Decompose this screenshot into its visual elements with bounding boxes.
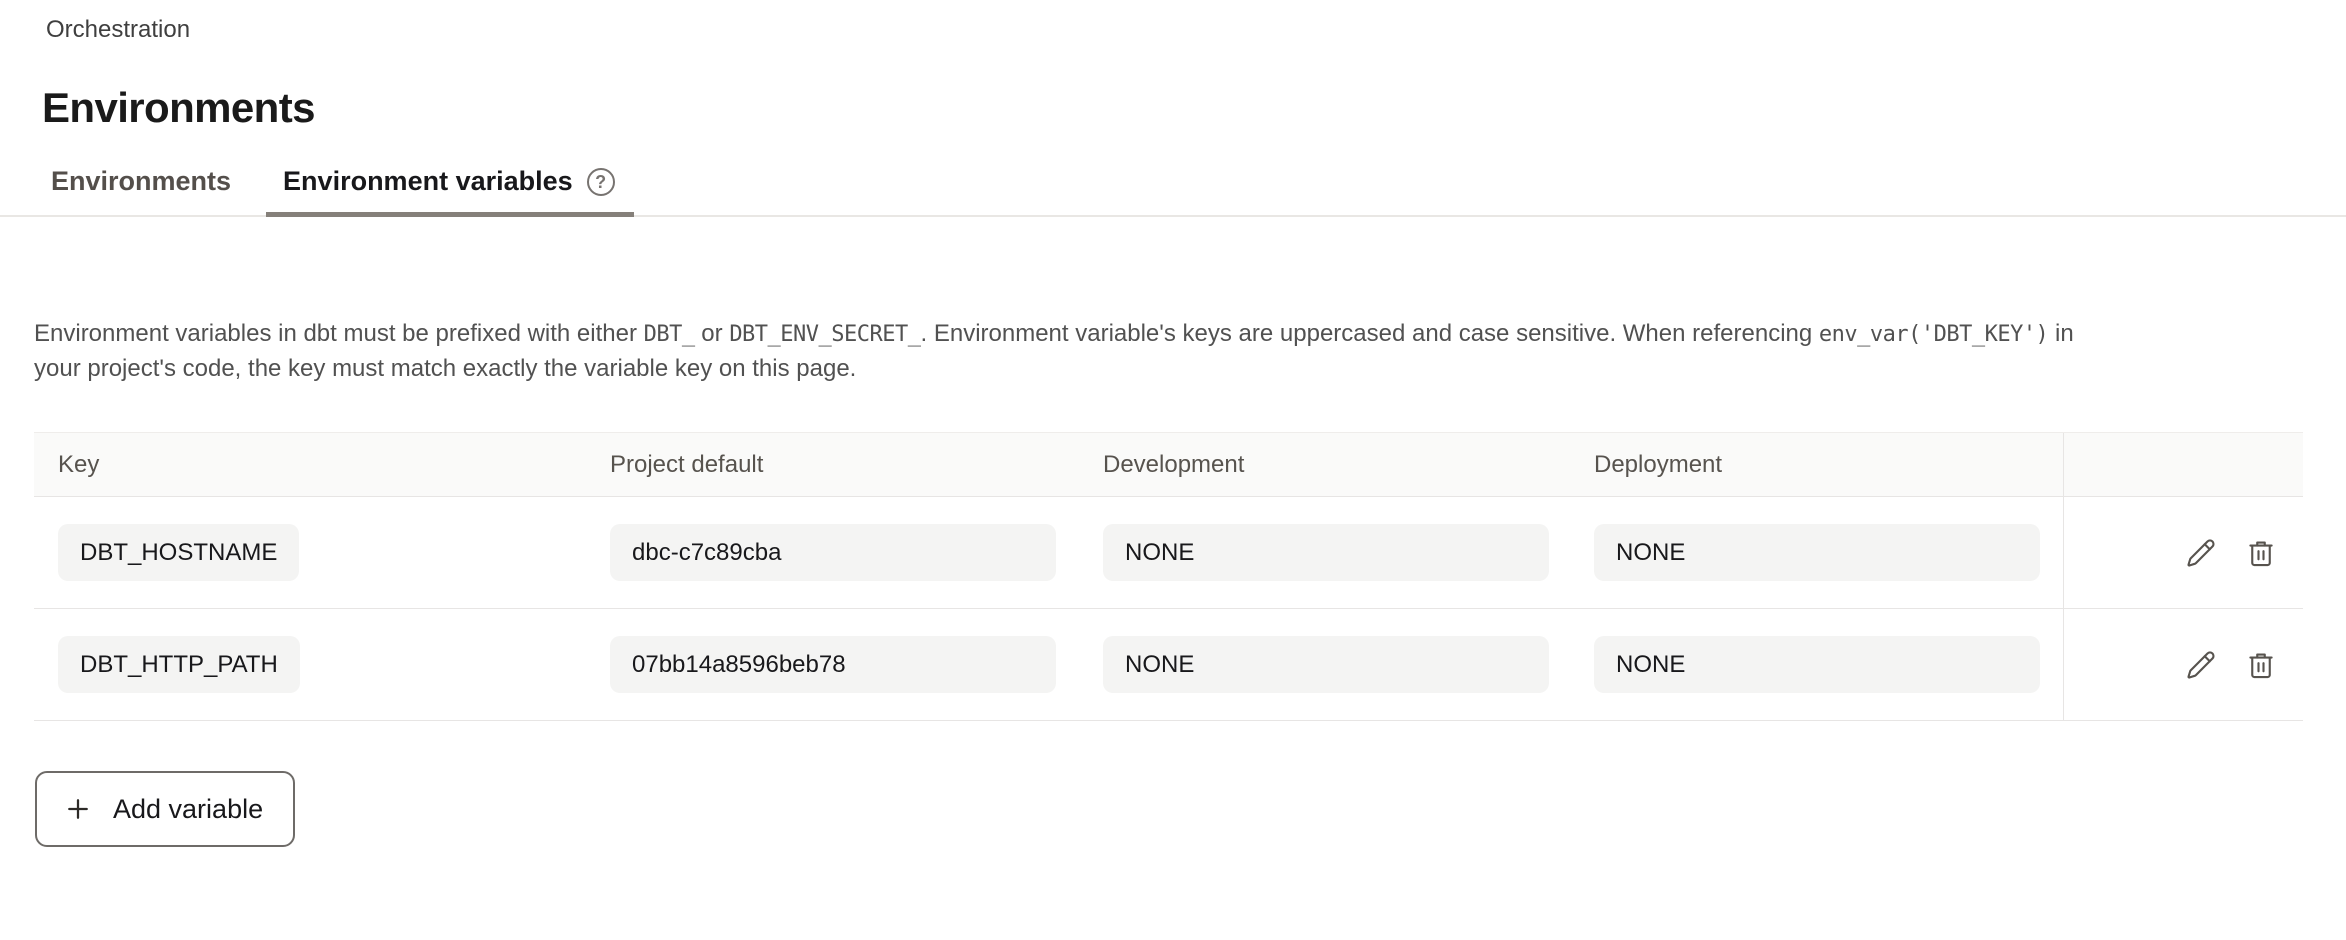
- table-row: DBT_HTTP_PATH 07bb14a8596beb78 NONE NONE: [34, 609, 2303, 721]
- pencil-icon: [2186, 538, 2216, 568]
- code-dbt-env-secret-prefix: DBT_ENV_SECRET_: [729, 322, 920, 347]
- tab-environments-label: Environments: [51, 166, 231, 197]
- code-dbt-prefix: DBT_: [644, 322, 695, 347]
- environment-variables-table: Key Project default Development Deployme…: [34, 432, 2303, 721]
- tab-environment-variables-label: Environment variables: [283, 166, 573, 197]
- description-text: Environment variables in dbt must be pre…: [34, 320, 644, 347]
- pencil-icon: [2186, 650, 2216, 680]
- trash-icon: [2246, 650, 2276, 680]
- column-header-key: Key: [34, 451, 586, 479]
- environment-variables-description: Environment variables in dbt must be pre…: [34, 317, 2109, 386]
- deployment-value: NONE: [1594, 524, 2040, 581]
- development-value: NONE: [1103, 636, 1549, 693]
- table-header-row: Key Project default Development Deployme…: [34, 433, 2303, 497]
- variable-key-chip: DBT_HOSTNAME: [58, 524, 299, 581]
- project-default-value: dbc-c7c89cba: [610, 524, 1056, 581]
- add-variable-label: Add variable: [113, 794, 263, 825]
- development-value: NONE: [1103, 524, 1549, 581]
- column-header-actions: [2063, 433, 2303, 496]
- description-text: or: [695, 320, 730, 347]
- delete-variable-button[interactable]: [2245, 649, 2277, 681]
- table-row: DBT_HOSTNAME dbc-c7c89cba NONE NONE: [34, 497, 2303, 609]
- code-env-var: env_var('DBT_KEY'): [1819, 322, 2048, 347]
- edit-variable-button[interactable]: [2185, 649, 2217, 681]
- add-variable-button[interactable]: Add variable: [35, 771, 295, 847]
- plus-icon: [63, 794, 93, 824]
- breadcrumb: Orchestration: [46, 16, 2346, 44]
- column-header-deployment: Deployment: [1570, 451, 2063, 479]
- column-header-development: Development: [1079, 451, 1570, 479]
- page-title: Environments: [42, 84, 2346, 132]
- column-header-project-default: Project default: [586, 451, 1079, 479]
- trash-icon: [2246, 538, 2276, 568]
- edit-variable-button[interactable]: [2185, 537, 2217, 569]
- project-default-value: 07bb14a8596beb78: [610, 636, 1056, 693]
- tab-environment-variables[interactable]: Environment variables ?: [266, 160, 634, 217]
- description-text: . Environment variable's keys are upperc…: [921, 320, 1819, 347]
- variable-key-chip: DBT_HTTP_PATH: [58, 636, 300, 693]
- tab-bar: Environments Environment variables ?: [0, 160, 2346, 217]
- help-icon[interactable]: ?: [587, 168, 615, 196]
- delete-variable-button[interactable]: [2245, 537, 2277, 569]
- tab-environments[interactable]: Environments: [34, 160, 250, 217]
- deployment-value: NONE: [1594, 636, 2040, 693]
